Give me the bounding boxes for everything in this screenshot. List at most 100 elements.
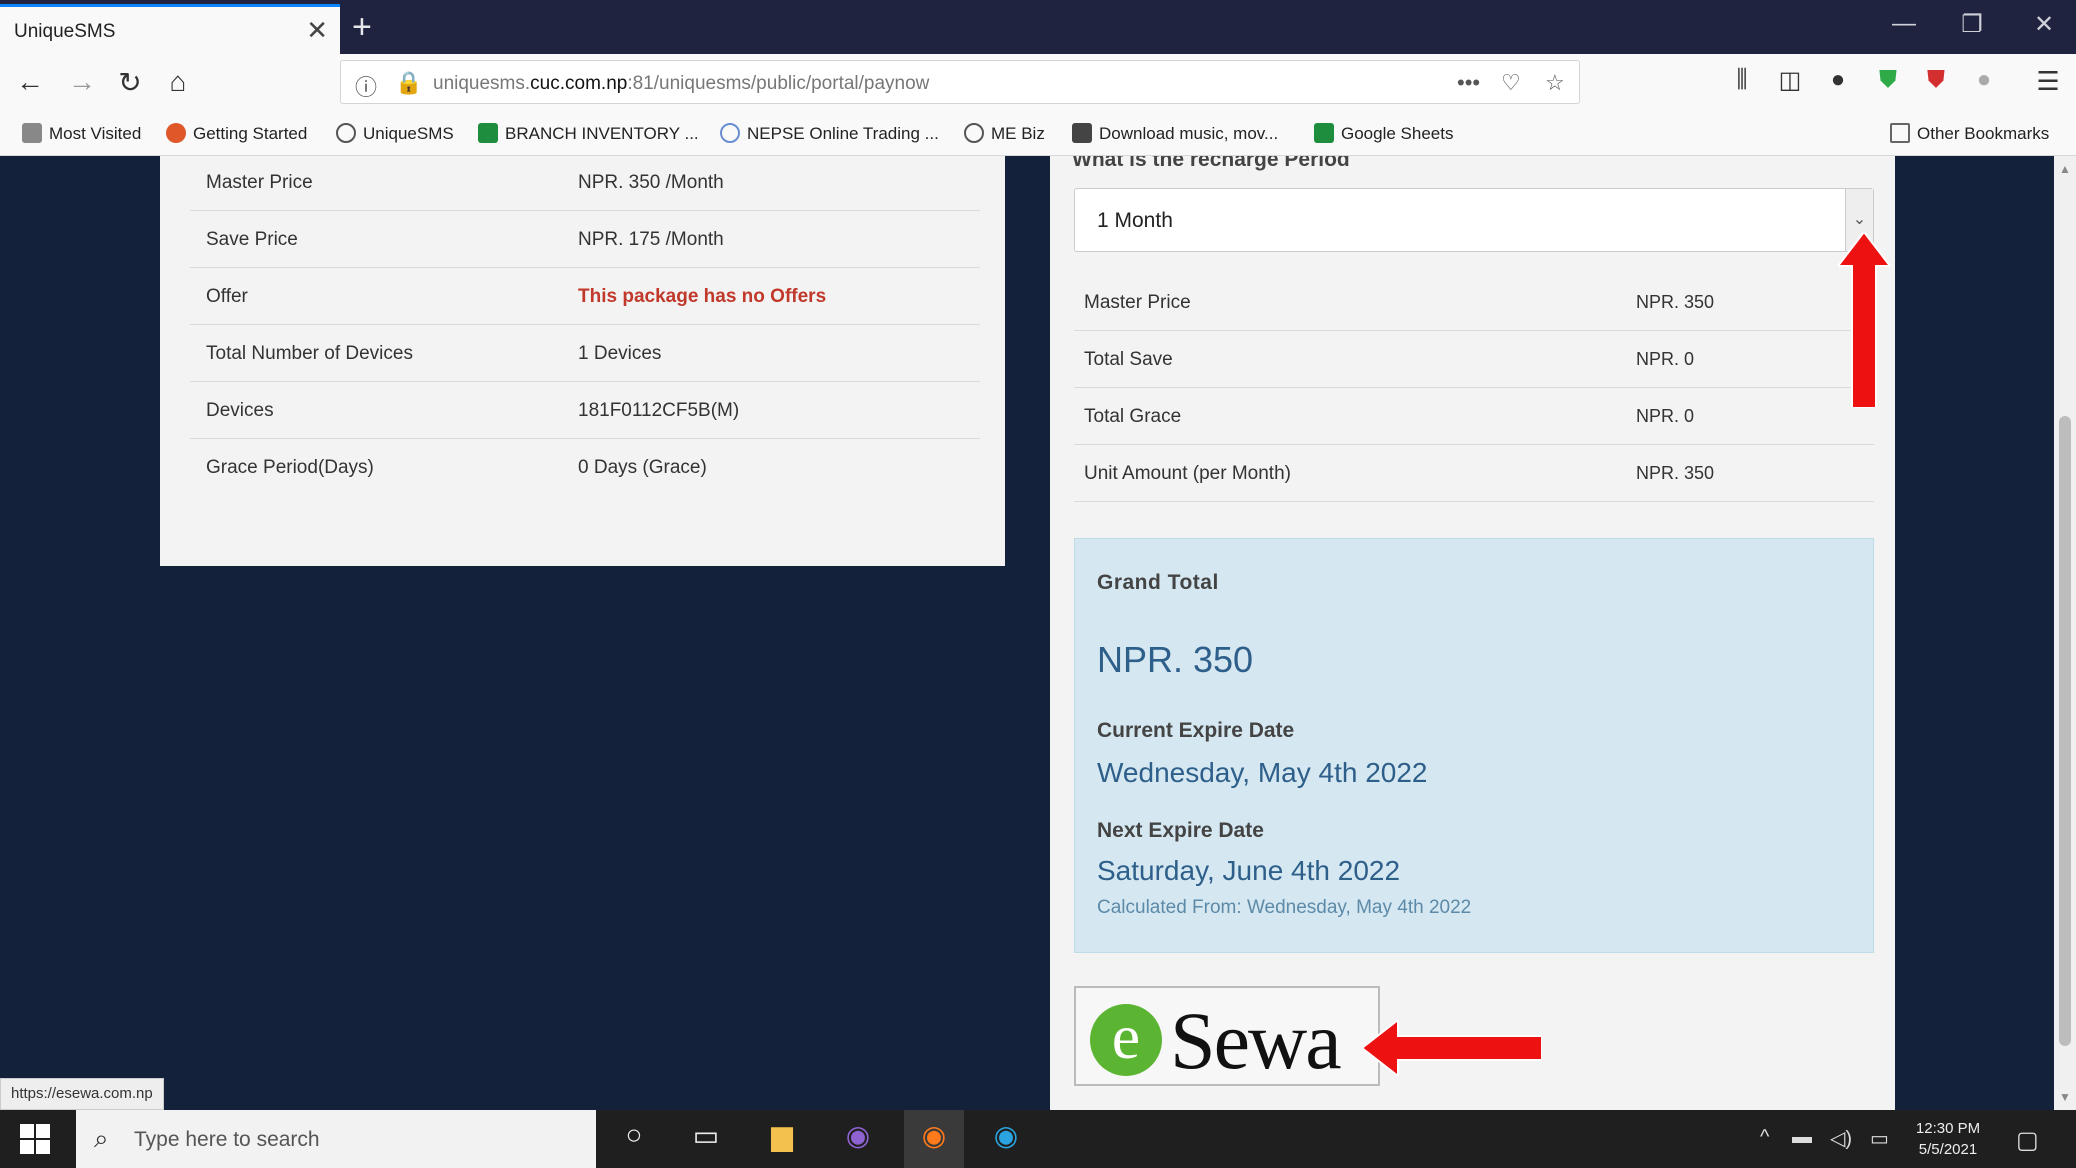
red-arrow-up-icon (1838, 232, 1890, 408)
firefox-taskbar-icon[interactable]: ◉ (904, 1110, 964, 1168)
status-bar-url: https://esewa.com.np (0, 1078, 164, 1110)
esewa-pay-button[interactable]: e Sewa (1074, 986, 1380, 1086)
menu-icon[interactable]: ☰ (2030, 66, 2066, 97)
bookmark-label: Other Bookmarks (1917, 124, 2050, 143)
bookmark-nepse[interactable]: NEPSE Online Trading ... (720, 123, 939, 144)
task-view-icon[interactable]: ▭ (684, 1119, 728, 1159)
package-row-key: Master Price (206, 172, 313, 193)
forward-arrow-icon[interactable]: → (64, 66, 100, 98)
url-path: :81/uniquesms/public/portal/paynow (627, 73, 930, 94)
package-row-key: Offer (206, 286, 248, 307)
bookmark-branch-inventory[interactable]: BRANCH INVENTORY ... (478, 123, 699, 144)
price-row: Unit Amount (per Month) NPR. 350 (1074, 445, 1874, 502)
insecure-lock-icon[interactable]: 🔒 (395, 70, 422, 96)
package-row-value: NPR. 350 /Month (578, 172, 724, 193)
taskbar-clock[interactable]: 12:30 PM 5/5/2021 (1906, 1118, 1990, 1160)
new-tab-button[interactable]: + (352, 8, 372, 47)
tab-bar: UniqueSMS ✕ + — ❐ ✕ (0, 0, 2076, 54)
package-row: Devices 181F0112CF5B(M) (190, 382, 980, 439)
windows-start-icon[interactable] (18, 1122, 52, 1156)
bookmark-label: Most Visited (49, 124, 142, 143)
url-text[interactable]: uniquesms.cuc.com.np:81/uniquesms/public… (433, 73, 929, 95)
package-row-key: Devices (206, 400, 274, 421)
info-icon[interactable]: ⓘ (355, 70, 377, 102)
red-arrow-left-icon (1362, 1020, 1542, 1076)
grand-total-box: Grand Total NPR. 350 Current Expire Date… (1074, 538, 1874, 953)
url-domain: cuc.com.np (530, 73, 628, 94)
scrollbar-thumb[interactable] (2059, 416, 2071, 1046)
bookmark-star-icon[interactable]: ☆ (1545, 70, 1565, 96)
library-icon[interactable]: ⫼ (1724, 66, 1760, 94)
package-row-key: Grace Period(Days) (206, 457, 374, 478)
url-prefix: uniquesms. (433, 73, 531, 94)
file-explorer-icon[interactable]: ▆ (760, 1119, 804, 1159)
viber-icon[interactable]: ◉ (836, 1119, 880, 1159)
minimize-button[interactable]: — (1884, 10, 1924, 38)
download-icon (1072, 123, 1092, 143)
taskbar-search[interactable]: ⌕ Type here to search (76, 1110, 596, 1168)
notifications-icon[interactable]: ▢ (2016, 1126, 2039, 1155)
browser-tab[interactable]: UniqueSMS ✕ (0, 4, 340, 54)
bookmark-label: BRANCH INVENTORY ... (505, 124, 699, 143)
other-bookmarks[interactable]: Other Bookmarks (1890, 123, 2049, 144)
esewa-logo-text: Sewa (1170, 995, 1342, 1086)
bookmark-getting-started[interactable]: Getting Started (166, 123, 307, 144)
taskbar-search-placeholder: Type here to search (134, 1128, 320, 1151)
network-icon[interactable]: ▭ (1870, 1126, 1889, 1151)
bookmark-download-music[interactable]: Download music, mov... (1072, 123, 1278, 144)
clock-time: 12:30 PM (1915, 1120, 1981, 1137)
show-hidden-icons-icon[interactable]: ^ (1760, 1126, 1769, 1149)
battery-icon[interactable]: ▬ (1792, 1126, 1812, 1149)
package-row-key: Total Number of Devices (206, 343, 413, 364)
package-row-key: Save Price (206, 229, 298, 250)
pocket-icon[interactable]: ♡ (1501, 70, 1521, 96)
adblock-icon[interactable]: ⛊ (1918, 66, 1954, 94)
extension-gray-icon[interactable]: ● (1966, 66, 2002, 94)
recharge-period-select[interactable]: 1 Month ⌄ (1074, 188, 1874, 252)
back-arrow-icon[interactable]: ← (12, 66, 48, 98)
shield-extension-icon[interactable]: ⛊ (1870, 66, 1906, 94)
bookmark-google-sheets[interactable]: Google Sheets (1314, 123, 1453, 144)
package-row: Save Price NPR. 175 /Month (190, 211, 980, 268)
firefox-icon (166, 123, 186, 143)
next-expire-label: Next Expire Date (1097, 819, 1264, 842)
recharge-period-value: 1 Month (1097, 209, 1173, 232)
bookmark-me-biz[interactable]: ME Biz (964, 123, 1045, 144)
page-actions-icon[interactable]: ••• (1457, 70, 1480, 96)
window-close-button[interactable]: ✕ (2024, 10, 2064, 39)
bookmark-label: UniqueSMS (363, 124, 454, 143)
price-row: Total Save NPR. 0 (1074, 331, 1874, 388)
extension-icon[interactable]: ● (1820, 66, 1856, 94)
price-row-key: Master Price (1084, 292, 1191, 313)
gear-icon (22, 123, 42, 143)
price-row: Total Grace NPR. 0 (1074, 388, 1874, 445)
grand-total-value: NPR. 350 (1097, 639, 1254, 680)
tab-close-icon[interactable]: ✕ (306, 15, 328, 46)
home-icon[interactable]: ⌂ (160, 66, 196, 98)
reload-icon[interactable]: ↻ (112, 66, 148, 99)
page-scrollbar[interactable]: ▲ ▼ (2054, 156, 2076, 1110)
price-row-value: NPR. 350 (1636, 292, 1715, 312)
package-row-value: 1 Devices (578, 343, 662, 364)
page-content: Master Price NPR. 350 /Month Save Price … (0, 156, 2054, 1110)
sheets-icon (478, 123, 498, 143)
bookmark-label: Download music, mov... (1099, 124, 1279, 143)
package-row: Total Number of Devices 1 Devices (190, 325, 980, 382)
bookmark-label: NEPSE Online Trading ... (747, 124, 939, 143)
telegram-icon[interactable]: ◉ (984, 1119, 1028, 1159)
recharge-period-label: What is the recharge Period (1072, 156, 1350, 171)
sidebar-icon[interactable]: ◫ (1772, 66, 1808, 95)
current-expire-label: Current Expire Date (1097, 719, 1295, 742)
package-row-value: NPR. 175 /Month (578, 229, 724, 250)
scroll-down-arrow-icon[interactable]: ▼ (2059, 1090, 2071, 1104)
cortana-icon[interactable]: ○ (612, 1119, 656, 1159)
bookmark-uniquesms[interactable]: UniqueSMS (336, 123, 454, 144)
price-row-value: NPR. 350 (1636, 463, 1715, 483)
restore-button[interactable]: ❐ (1952, 10, 1992, 39)
url-bar[interactable]: ⓘ 🔒 uniquesms.cuc.com.np:81/uniquesms/pu… (340, 60, 1580, 104)
bookmark-most-visited[interactable]: Most Visited (22, 123, 141, 144)
scroll-up-arrow-icon[interactable]: ▲ (2059, 162, 2071, 176)
volume-icon[interactable]: ◁) (1830, 1126, 1852, 1151)
package-details-card: Master Price NPR. 350 /Month Save Price … (160, 156, 1005, 566)
search-icon: ⌕ (94, 1123, 109, 1153)
